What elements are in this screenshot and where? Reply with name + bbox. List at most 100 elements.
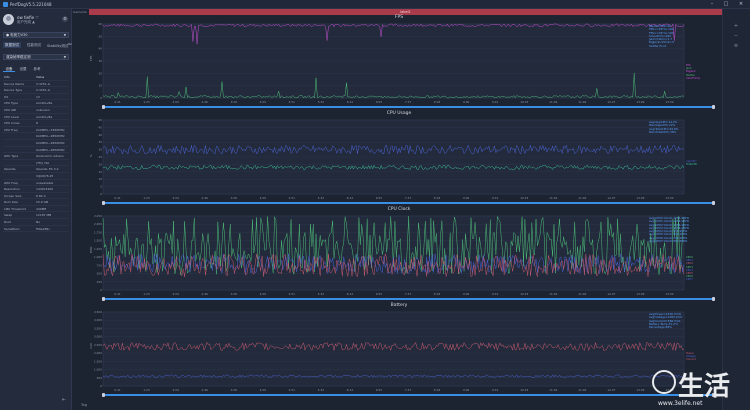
chevron-down-icon: ▼ xyxy=(63,55,66,59)
info-key: Resolution xyxy=(4,187,20,192)
x-tick-label: 6:55 xyxy=(376,196,383,200)
series-legend: FPS Jank BigJank Stutter InterFrame xyxy=(686,64,700,80)
series-legend: Power Voltage Current xyxy=(686,352,696,362)
nav-perf-test[interactable]: 性能测试 xyxy=(27,42,41,48)
x-tick-label: 7:37 xyxy=(405,388,412,392)
scroll-handle-right[interactable] xyxy=(712,201,715,205)
chart-svg: 0 250 500 750 1,000 1,250 1,500 1,750 2,000 2,250… xyxy=(89,214,685,296)
y-tick-label: 500 xyxy=(97,376,103,380)
x-tick-label: 3:28 xyxy=(231,100,238,104)
timeline-scrollbar[interactable] xyxy=(103,298,714,300)
info-key: Swap xyxy=(4,213,13,218)
stats-legend: Avg(CPU0 Clock):1054.4MHz Avg(CPU1 Clock)… xyxy=(649,216,689,244)
zoom-in-icon[interactable]: + xyxy=(731,23,741,29)
gear-icon[interactable]: ⚙ xyxy=(62,16,68,22)
x-tick-label: 9:00 xyxy=(463,100,470,104)
x-tick-label: 12:27 xyxy=(607,388,615,392)
tab-reference[interactable]: 参考 xyxy=(31,66,43,72)
minimize-button[interactable]: – xyxy=(707,1,717,8)
info-value: V-3251-G xyxy=(36,81,51,86)
x-tick-label: 11:04 xyxy=(549,292,557,296)
x-tick-label: 10:23 xyxy=(520,388,528,392)
info-key: CPU Freq xyxy=(4,127,18,132)
x-tick-label: 6:14 xyxy=(347,100,354,104)
x-tick-label: 4:09 xyxy=(260,292,267,296)
avatar[interactable] xyxy=(3,14,14,25)
scroll-handle-right[interactable] xyxy=(712,297,715,301)
info-value: 0x0MHz~2850MHz xyxy=(36,147,65,152)
timeline-scrollbar[interactable] xyxy=(103,202,714,204)
info-value: arm64-v8a xyxy=(36,101,53,106)
info-key: GPU Freq xyxy=(4,180,18,185)
user-profile[interactable]: ow tiefie ♡ 用户完成 ▲ ⚙ xyxy=(3,13,69,28)
scroll-handle-left[interactable] xyxy=(102,297,105,301)
x-tick-label: 1:23 xyxy=(143,196,150,200)
y-tick-label: 10 xyxy=(98,177,102,181)
table-row: LMK Threshold 440MB xyxy=(3,206,69,213)
test-mode-dropdown[interactable]: 渲染帧率稳定测 ▼ xyxy=(3,54,69,60)
list-icon[interactable]: ≡ xyxy=(731,43,741,49)
nav-data-test[interactable]: 数据测试 xyxy=(3,42,21,48)
scroll-handle-left[interactable] xyxy=(102,201,105,205)
x-tick-label: 6:55 xyxy=(376,388,383,392)
mode-nav: 数据测试 性能测试 Stability测试Beta xyxy=(3,42,74,48)
table-row: SerialNum f56e284c xyxy=(3,226,69,233)
chart-fps[interactable]: 0 10 20 30 40 50 60 FPS 0:41 1:23 2:04 2:46 3:28 4:09… xyxy=(89,15,722,111)
x-tick-label: 2:46 xyxy=(202,196,209,200)
x-tick-label: 1:23 xyxy=(143,292,150,296)
stats-line: Avg(CPU7 Clock):892.2MHz xyxy=(649,239,688,244)
legend-item[interactable]: InterFrame xyxy=(686,77,700,80)
y-tick-label: 0 xyxy=(100,288,102,292)
x-tick-label: 0:41 xyxy=(114,100,121,104)
legend-item[interactable]: Current xyxy=(686,358,696,361)
scroll-handle-right[interactable] xyxy=(712,105,715,109)
close-button[interactable]: × xyxy=(736,1,746,8)
y-tick-label: 0 xyxy=(100,384,102,388)
game-panel: Game/Ve xyxy=(72,9,89,410)
legend-item[interactable]: TotalCPU xyxy=(686,163,697,166)
chart-battery[interactable]: 0 500 1,000 1,500 2,000 2,500 3,000 3,500 4,000 4… xyxy=(89,303,722,399)
tab-settings[interactable]: 设置 xyxy=(17,66,29,72)
zoom-out-icon[interactable]: − xyxy=(731,33,741,39)
y-tick-label: 500 xyxy=(97,272,103,276)
chart-cpu-usage[interactable]: 0 5 10 15 20 25 30 35 40 45 50% 0:41 1:23 2:04 2:46 3:2… xyxy=(89,111,722,207)
y-tick-label: 2,250 xyxy=(94,214,102,218)
nav-stability-test[interactable]: Stability测试Beta xyxy=(47,42,74,48)
collapse-icon[interactable]: ⇤ xyxy=(62,397,68,403)
y-tick-label: 0 xyxy=(100,96,102,100)
info-key: CPU Level xyxy=(4,114,19,119)
x-tick-label: 4:51 xyxy=(289,100,296,104)
x-tick-label: 4:09 xyxy=(260,388,267,392)
x-tick-label: 10:23 xyxy=(520,196,528,200)
device-dropdown[interactable]: ● 电竞力V30 ▼ xyxy=(3,32,69,38)
info-key: LMK Threshold xyxy=(4,206,26,211)
x-tick-label: 8:18 xyxy=(434,100,441,104)
chart-title: CPU Usage xyxy=(386,111,412,116)
y-tick-label: 4,500 xyxy=(94,310,102,314)
perfdog-app-window: PerfDogV5.5.221048 – □ × ow tiefie ♡ 用户完… xyxy=(0,0,750,410)
table-row: Root No xyxy=(3,219,69,226)
x-tick-label: 12:27 xyxy=(607,292,615,296)
info-key: SerialNum xyxy=(4,226,20,231)
maximize-button[interactable]: □ xyxy=(721,1,731,8)
x-tick-label: 9:41 xyxy=(492,196,499,200)
y-tick-label: 35 xyxy=(98,140,102,144)
x-tick-label: 13:09 xyxy=(636,388,644,392)
scroll-handle-left[interactable] xyxy=(102,393,105,397)
series-legend: CPU0 CPU1 CPU2 CPU3 CPU4 CPU5 CPU6 CPU7 xyxy=(686,256,693,282)
user-status: 用户完成 ▲ xyxy=(17,20,35,24)
timeline-scrollbar[interactable] xyxy=(103,394,714,396)
timeline-scrollbar[interactable] xyxy=(103,106,714,108)
table-row: CPU Freq 0x0MHz~3360MHz xyxy=(3,127,69,134)
chart-cpu-clock[interactable]: 0 250 500 750 1,000 1,250 1,500 1,750 2,000 2,250… xyxy=(89,207,722,303)
x-tick-label: 12:27 xyxy=(607,196,615,200)
info-value: 0x0MHz~2850MHz xyxy=(36,134,65,139)
y-tick-label: 1,000 xyxy=(94,255,102,259)
legend-item[interactable]: CPU7 xyxy=(686,278,693,281)
stats-legend: Avg(AppCPU):14.2% Max(AppCPU):22% Avg(Tota… xyxy=(649,120,678,134)
session-label: label1 xyxy=(400,10,411,14)
y-axis-label: mW xyxy=(89,343,93,349)
tab-device[interactable]: 设备 xyxy=(3,66,15,72)
y-tick-label: 2,000 xyxy=(94,351,102,355)
scroll-handle-left[interactable] xyxy=(102,105,105,109)
